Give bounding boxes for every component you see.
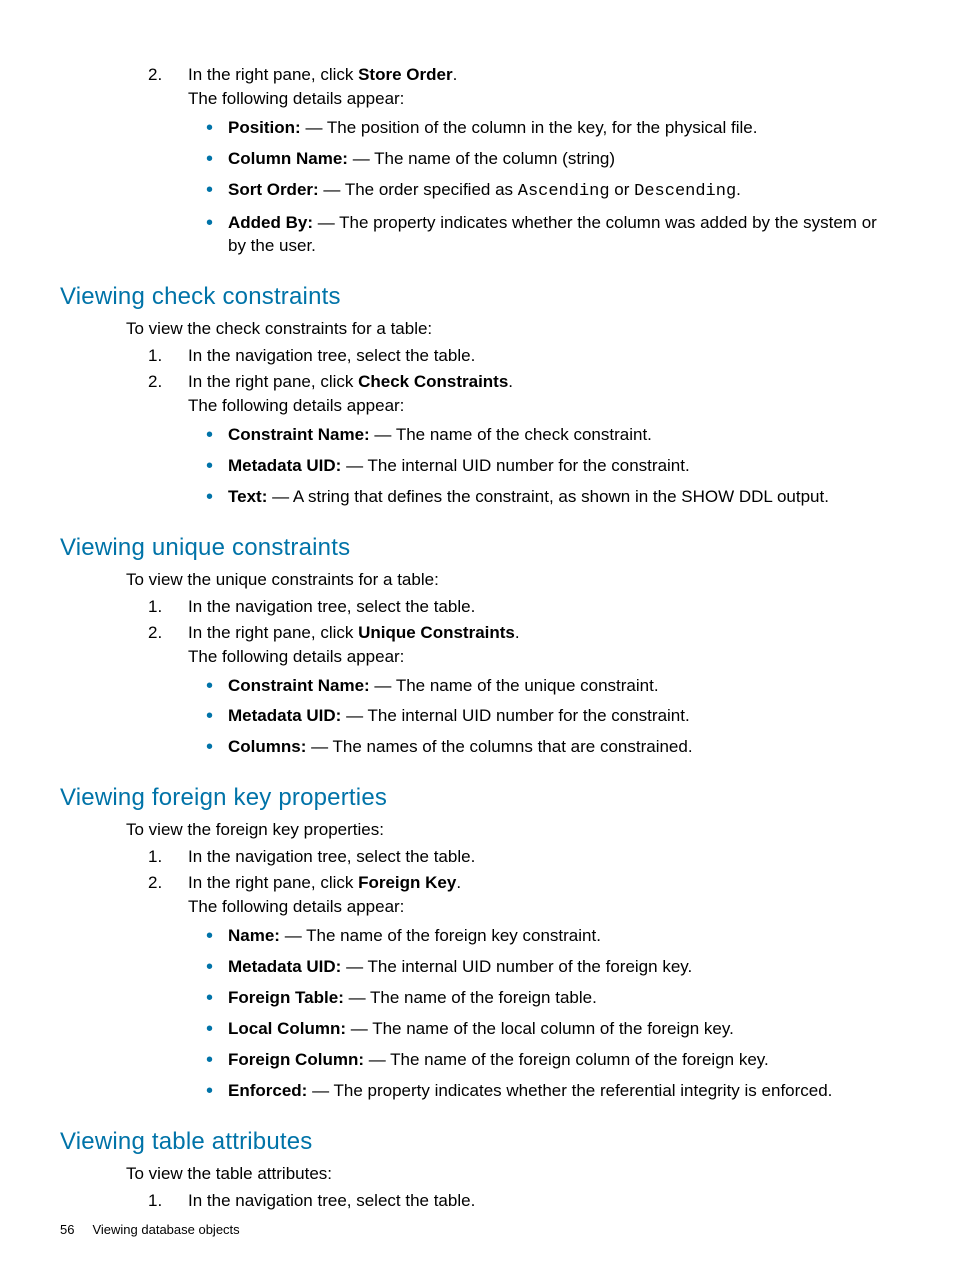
attributes-steps: In the navigation tree, select the table… (148, 1188, 894, 1214)
term: Added By: (228, 213, 313, 232)
intro-check: To view the check constraints for a tabl… (126, 319, 894, 339)
page-number: 56 (60, 1222, 74, 1237)
desc: — The property indicates whether the ref… (307, 1081, 832, 1100)
term: Columns: (228, 737, 306, 756)
document-page: In the right pane, click Store Order. Th… (0, 0, 954, 1214)
step-suffix: . (515, 623, 520, 642)
step-1: In the navigation tree, select the table… (148, 1188, 894, 1214)
details-lead: The following details appear: (188, 396, 894, 416)
desc: — The internal UID number for the constr… (341, 706, 689, 725)
desc-pre: — The order specified as (319, 180, 518, 199)
desc: — A string that defines the constraint, … (267, 487, 829, 506)
foreign-details: Name: — The name of the foreign key cons… (188, 921, 894, 1107)
term: Metadata UID: (228, 456, 341, 475)
desc: — The internal UID number for the constr… (341, 456, 689, 475)
detail-added-by: Added By: — The property indicates wheth… (228, 208, 894, 262)
heading-foreign-key: Viewing foreign key properties (60, 784, 894, 812)
intro-attributes: To view the table attributes: (126, 1164, 894, 1184)
detail-constraint-name: Constraint Name: — The name of the check… (228, 420, 894, 451)
check-details: Constraint Name: — The name of the check… (188, 420, 894, 513)
step-2: In the right pane, click Foreign Key. Th… (148, 870, 894, 1110)
intro-unique: To view the unique constraints for a tab… (126, 570, 894, 590)
desc: — The internal UID number of the foreign… (341, 957, 692, 976)
check-constraints-label: Check Constraints (358, 372, 508, 391)
code-ascending: Ascending (518, 182, 610, 201)
step-text: In the right pane, click (188, 873, 358, 892)
detail-enforced: Enforced: — The property indicates wheth… (228, 1076, 894, 1107)
term: Enforced: (228, 1081, 307, 1100)
page-footer: 56 Viewing database objects (60, 1222, 240, 1237)
unique-details: Constraint Name: — The name of the uniqu… (188, 671, 894, 764)
step-text: In the right pane, click (188, 372, 358, 391)
term: Sort Order: (228, 180, 319, 199)
desc: — The name of the check constraint. (370, 425, 652, 444)
mid: or (610, 180, 635, 199)
term: Column Name: (228, 149, 348, 168)
step-text: In the right pane, click (188, 623, 358, 642)
term: Position: (228, 118, 301, 137)
unique-constraints-label: Unique Constraints (358, 623, 515, 642)
heading-unique-constraints: Viewing unique constraints (60, 534, 894, 562)
foreign-steps: In the navigation tree, select the table… (148, 844, 894, 1110)
store-order-details: Position: — The position of the column i… (188, 113, 894, 262)
step-suffix: . (508, 372, 513, 391)
heading-check-constraints: Viewing check constraints (60, 283, 894, 311)
desc: — The name of the local column of the fo… (346, 1019, 734, 1038)
intro-foreign: To view the foreign key properties: (126, 820, 894, 840)
chapter-title: Viewing database objects (92, 1222, 239, 1237)
detail-column-name: Column Name: — The name of the column (s… (228, 144, 894, 175)
step-2: In the right pane, click Store Order. Th… (148, 62, 894, 265)
term: Constraint Name: (228, 676, 370, 695)
term: Text: (228, 487, 267, 506)
detail-constraint-name: Constraint Name: — The name of the uniqu… (228, 671, 894, 702)
check-steps: In the navigation tree, select the table… (148, 343, 894, 516)
detail-metadata-uid: Metadata UID: — The internal UID number … (228, 451, 894, 482)
detail-local-column: Local Column: — The name of the local co… (228, 1014, 894, 1045)
store-order-steps: In the right pane, click Store Order. Th… (148, 62, 894, 265)
detail-metadata-uid: Metadata UID: — The internal UID number … (228, 952, 894, 983)
detail-foreign-table: Foreign Table: — The name of the foreign… (228, 983, 894, 1014)
details-lead: The following details appear: (188, 647, 894, 667)
step-1: In the navigation tree, select the table… (148, 343, 894, 369)
detail-sort-order: Sort Order: — The order specified as Asc… (228, 175, 894, 208)
desc: — The property indicates whether the col… (228, 213, 877, 255)
desc: — The name of the unique constraint. (370, 676, 659, 695)
step-1: In the navigation tree, select the table… (148, 844, 894, 870)
details-lead: The following details appear: (188, 897, 894, 917)
step-suffix: . (456, 873, 461, 892)
term: Local Column: (228, 1019, 346, 1038)
foreign-key-label: Foreign Key (358, 873, 456, 892)
detail-position: Position: — The position of the column i… (228, 113, 894, 144)
detail-foreign-column: Foreign Column: — The name of the foreig… (228, 1045, 894, 1076)
store-order-label: Store Order (358, 65, 452, 84)
code-descending: Descending (634, 182, 736, 201)
step-2: In the right pane, click Check Constrain… (148, 369, 894, 516)
desc: — The name of the foreign key constraint… (280, 926, 601, 945)
term: Metadata UID: (228, 957, 341, 976)
term: Name: (228, 926, 280, 945)
desc: — The names of the columns that are cons… (306, 737, 692, 756)
details-lead: The following details appear: (188, 89, 894, 109)
detail-text: Text: — A string that defines the constr… (228, 482, 894, 513)
term: Foreign Table: (228, 988, 344, 1007)
step-1: In the navigation tree, select the table… (148, 594, 894, 620)
term: Constraint Name: (228, 425, 370, 444)
unique-steps: In the navigation tree, select the table… (148, 594, 894, 767)
heading-table-attributes: Viewing table attributes (60, 1128, 894, 1156)
term: Metadata UID: (228, 706, 341, 725)
step-suffix: . (453, 65, 458, 84)
step-text: In the right pane, click (188, 65, 358, 84)
term: Foreign Column: (228, 1050, 364, 1069)
desc-post: . (736, 180, 741, 199)
detail-metadata-uid: Metadata UID: — The internal UID number … (228, 701, 894, 732)
desc: — The name of the column (string) (348, 149, 615, 168)
desc: — The name of the foreign table. (344, 988, 597, 1007)
step-2: In the right pane, click Unique Constrai… (148, 620, 894, 767)
detail-name: Name: — The name of the foreign key cons… (228, 921, 894, 952)
desc: — The position of the column in the key,… (301, 118, 758, 137)
desc: — The name of the foreign column of the … (364, 1050, 769, 1069)
detail-columns: Columns: — The names of the columns that… (228, 732, 894, 763)
